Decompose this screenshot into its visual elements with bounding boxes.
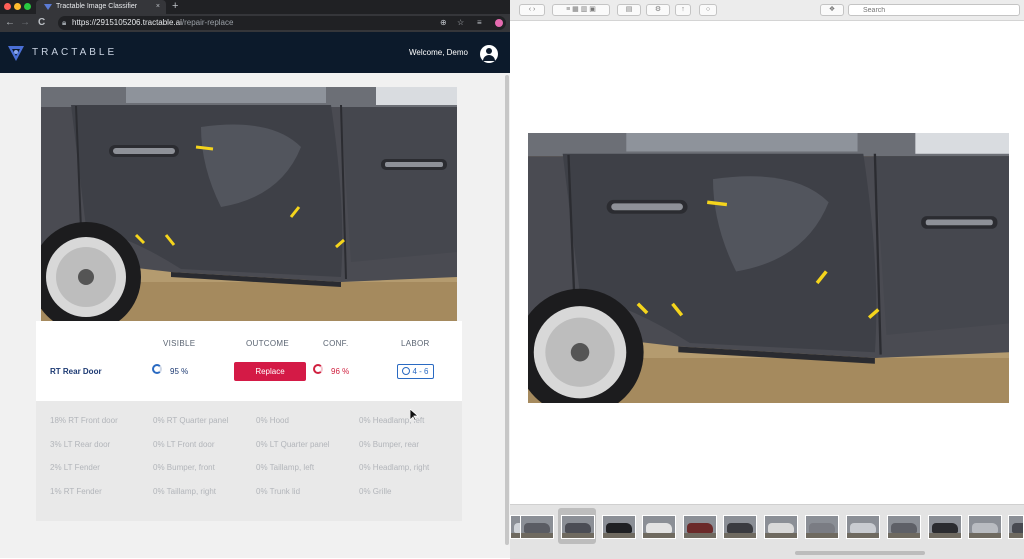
outcome-header: OUTCOME bbox=[246, 339, 289, 348]
other-part-prediction: 0% LT Front door bbox=[153, 440, 215, 449]
tab-title: Tractable Image Classifier bbox=[56, 3, 138, 10]
labor-hours: 4 - 6 bbox=[412, 367, 429, 376]
thumbnail[interactable] bbox=[928, 515, 962, 539]
share-icon[interactable]: ↑ bbox=[675, 4, 691, 16]
other-part-prediction: 0% LT Quarter panel bbox=[256, 440, 330, 449]
thumbnail[interactable] bbox=[805, 515, 839, 539]
url-host: https://2915105206.tractable.ai bbox=[72, 18, 182, 27]
arrange-button[interactable]: ▤ bbox=[617, 4, 641, 16]
account-icon[interactable] bbox=[480, 45, 498, 63]
other-part-prediction: 0% RT Quarter panel bbox=[153, 416, 229, 425]
other-part-prediction: 0% Grille bbox=[359, 487, 392, 496]
star-icon[interactable]: ☆ bbox=[457, 16, 464, 30]
other-part-prediction: 0% Bumper, rear bbox=[359, 440, 420, 449]
brand-name: TRACTABLE bbox=[32, 47, 118, 58]
thumbnail[interactable] bbox=[887, 515, 921, 539]
thumbnail[interactable] bbox=[968, 515, 1002, 539]
url-path: /repair-replace bbox=[181, 18, 234, 27]
other-part-prediction: 3% LT Rear door bbox=[50, 440, 111, 449]
visible-header: VISIBLE bbox=[163, 339, 196, 348]
other-part-prediction: 0% Hood bbox=[256, 416, 289, 425]
confidence-percent: 96 % bbox=[331, 367, 350, 376]
thumbnail[interactable] bbox=[642, 515, 676, 539]
reload-button[interactable]: C bbox=[38, 14, 45, 32]
view-mode-buttons[interactable]: ≡ ▦ ▥ ▣ bbox=[552, 4, 610, 16]
tractable-logo-icon[interactable] bbox=[6, 43, 26, 63]
replace-button[interactable]: Replace bbox=[234, 362, 306, 381]
gear-icon[interactable]: ⚙ bbox=[646, 4, 670, 16]
tab-close-icon[interactable]: × bbox=[156, 0, 160, 14]
thumbnail[interactable] bbox=[602, 515, 636, 539]
extension-icon[interactable]: ≡ bbox=[477, 16, 482, 30]
tag-icon[interactable]: ○ bbox=[699, 4, 717, 16]
other-part-prediction: 0% Headlamp, right bbox=[359, 463, 430, 472]
part-name[interactable]: RT Rear Door bbox=[50, 366, 102, 378]
other-part-prediction: 0% Trunk lid bbox=[256, 487, 301, 496]
thumbnail[interactable] bbox=[683, 515, 717, 539]
zoom-window-button[interactable] bbox=[24, 3, 31, 10]
other-part-prediction: 18% RT Front door bbox=[50, 416, 118, 425]
minimize-window-button[interactable] bbox=[14, 3, 21, 10]
other-part-prediction: 0% Bumper, front bbox=[153, 463, 215, 472]
thumbnail[interactable] bbox=[561, 515, 595, 539]
search-input[interactable] bbox=[848, 4, 1020, 16]
other-part-prediction: 0% Taillamp, left bbox=[256, 463, 315, 472]
url-text[interactable]: https://2915105206.tractable.ai/repair-r… bbox=[72, 16, 233, 30]
filmstrip-scrollbar[interactable] bbox=[795, 551, 925, 555]
clock-icon bbox=[402, 367, 411, 375]
page-scrollbar[interactable] bbox=[505, 75, 509, 545]
preview-photo bbox=[528, 133, 1009, 403]
thumbnail[interactable] bbox=[846, 515, 880, 539]
result-card bbox=[36, 321, 462, 401]
labor-header: LABOR bbox=[401, 339, 430, 348]
prev-next-buttons[interactable]: ‹ › bbox=[519, 4, 545, 16]
confidence-progress-icon bbox=[313, 364, 323, 374]
labor-badge: 4 - 6 bbox=[397, 364, 434, 379]
forward-button[interactable]: → bbox=[20, 14, 30, 32]
visible-percent: 95 % bbox=[170, 367, 189, 376]
dropbox-icon[interactable]: ❖ bbox=[820, 4, 844, 16]
tab-favicon-icon bbox=[44, 4, 52, 10]
thumbnail[interactable] bbox=[520, 515, 554, 539]
profile-avatar[interactable] bbox=[495, 19, 503, 27]
browser-tab[interactable]: Tractable Image Classifier × bbox=[36, 0, 166, 14]
other-part-prediction: 0% Taillamp, right bbox=[153, 487, 216, 496]
lock-icon[interactable]: 🔒︎ bbox=[62, 17, 66, 29]
damage-photo bbox=[41, 87, 457, 321]
welcome-text: Welcome, Demo bbox=[409, 48, 468, 57]
visible-progress-icon bbox=[152, 364, 162, 374]
cursor-icon bbox=[410, 409, 419, 422]
conf-header: CONF. bbox=[323, 339, 349, 348]
zoom-icon[interactable]: ⊕ bbox=[440, 16, 447, 30]
thumbnail[interactable] bbox=[1008, 515, 1024, 539]
thumbnail[interactable] bbox=[723, 515, 757, 539]
other-part-prediction: 1% RT Fender bbox=[50, 487, 102, 496]
close-window-button[interactable] bbox=[4, 3, 11, 10]
other-part-prediction: 2% LT Fender bbox=[50, 463, 100, 472]
new-tab-button[interactable]: + bbox=[172, 0, 178, 13]
thumbnail[interactable] bbox=[764, 515, 798, 539]
back-button[interactable]: ← bbox=[5, 14, 15, 32]
